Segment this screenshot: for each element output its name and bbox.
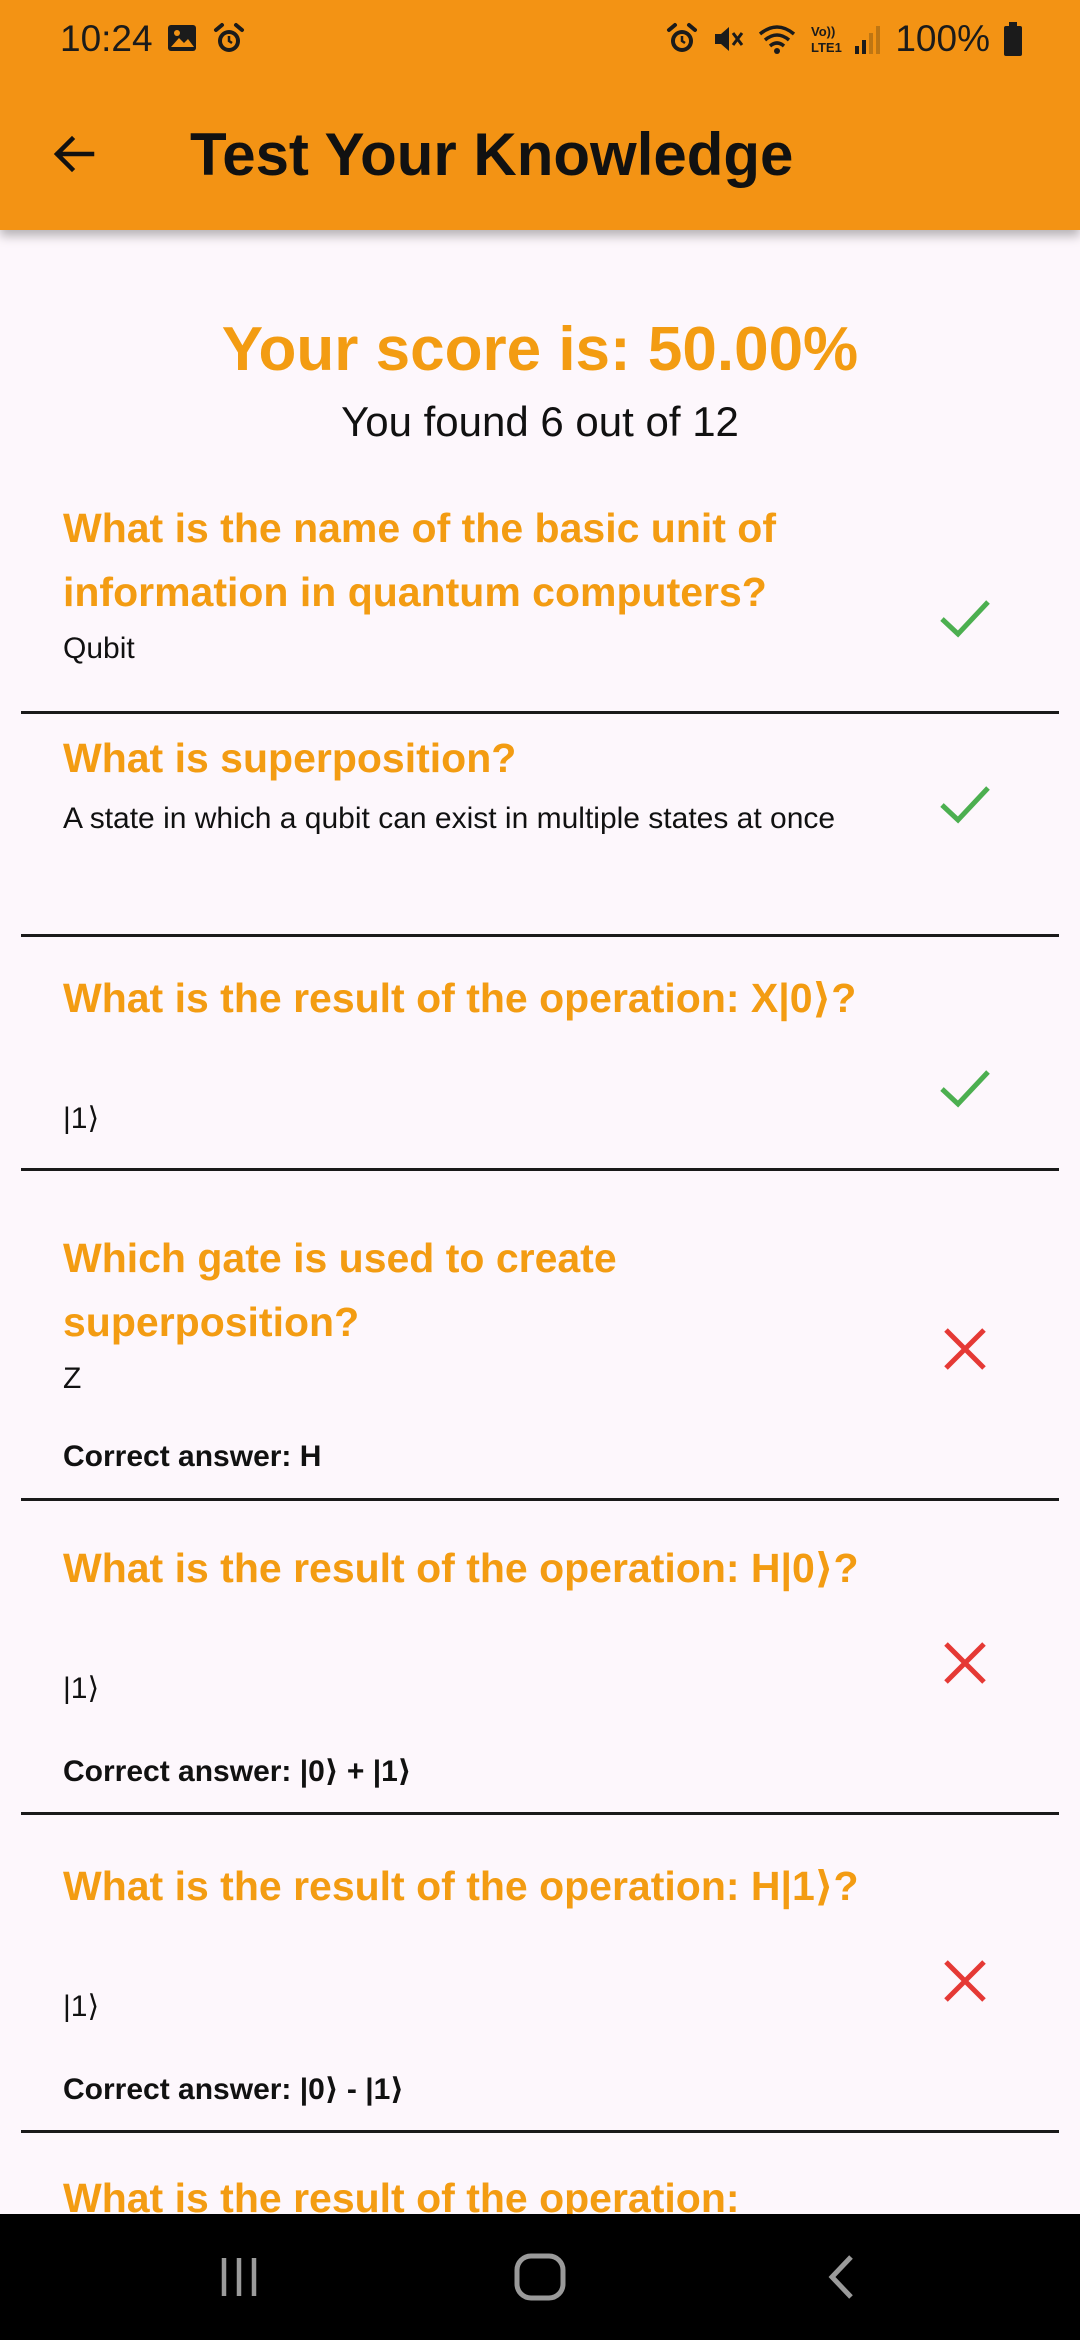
alarm-icon	[212, 22, 246, 56]
app-bar: Test Your Knowledge	[0, 80, 1080, 230]
question-text: What is the result of the operation: H|1…	[63, 1863, 859, 1909]
svg-text:Vo)): Vo))	[811, 24, 835, 39]
alarm-icon	[665, 22, 699, 56]
list-item: Which gate is used to create superpositi…	[0, 1235, 1080, 1550]
results-list[interactable]: Your score is: 50.00% You found 6 out of…	[0, 230, 1080, 2214]
answer-text: |1⟩	[63, 1672, 100, 1705]
svg-text:LTE1: LTE1	[811, 40, 842, 55]
battery-icon	[1002, 21, 1024, 57]
divider	[21, 711, 1059, 714]
list-item: What is the result of the operation:	[0, 2175, 1080, 2214]
correct-answer-text: Correct answer: |0⟩ + |1⟩	[63, 1755, 412, 1788]
question-text: What is the result of the operation: H|0…	[63, 1545, 859, 1591]
divider	[21, 934, 1059, 937]
answer-text: Z	[63, 1362, 82, 1395]
page-title: Test Your Knowledge	[190, 121, 794, 188]
back-button[interactable]	[36, 116, 112, 192]
header: 10:24 Vo)) LTE1 100% Test Your Knowledge	[0, 0, 1080, 230]
recents-icon	[221, 2258, 257, 2296]
lte-signal-icon: Vo)) LTE1	[809, 22, 883, 56]
found-text: You found 6 out of 12	[341, 398, 739, 445]
divider	[21, 2130, 1059, 2133]
correct-answer-text: Correct answer: H	[63, 1440, 322, 1473]
answer-text: A state in which a qubit can exist in mu…	[63, 802, 836, 835]
divider	[21, 1498, 1059, 1501]
score-text: Your score is: 50.00%	[221, 315, 859, 384]
nav-back-button[interactable]	[807, 2242, 877, 2312]
check-icon	[940, 786, 990, 824]
mute-icon	[711, 22, 745, 56]
close-icon	[944, 1960, 986, 2002]
question-text: What is the result of the operation: X|0…	[63, 975, 857, 1021]
battery-percent: 100%	[895, 18, 990, 59]
close-icon	[944, 1642, 986, 1684]
list-item: What is the result of the operation: H|1…	[0, 1863, 1080, 2178]
system-nav-bar	[0, 2214, 1080, 2340]
question-text: What is superposition?	[63, 735, 517, 781]
status-time: 10:24	[60, 18, 153, 59]
answer-text: |1⟩	[63, 1102, 100, 1135]
recents-button[interactable]	[204, 2242, 274, 2312]
home-icon	[514, 2253, 566, 2301]
question-text: Which gate is used to create superpositi…	[63, 1235, 617, 1345]
answer-text: |1⟩	[63, 1990, 100, 2023]
check-icon	[940, 1070, 990, 1108]
gallery-icon	[166, 22, 198, 56]
arrow-left-icon	[53, 135, 95, 173]
correct-answer-text: Correct answer: |0⟩ - |1⟩	[63, 2073, 404, 2106]
question-text: What is the result of the operation:	[63, 2175, 740, 2214]
back-chevron-icon	[828, 2255, 853, 2299]
question-text: What is the name of the basic unit of in…	[63, 505, 776, 615]
divider	[21, 1168, 1059, 1171]
list-item: What is the result of the operation: X|0…	[0, 975, 1080, 1256]
home-button[interactable]	[505, 2242, 575, 2312]
status-bar: 10:24 Vo)) LTE1 100%	[0, 0, 1080, 80]
divider	[21, 1812, 1059, 1815]
wifi-icon	[757, 22, 797, 56]
close-icon	[944, 1328, 986, 1370]
list-item: What is superposition? A state in which …	[0, 735, 1080, 950]
check-icon	[940, 600, 990, 638]
list-item: What is the result of the operation: H|0…	[0, 1545, 1080, 1860]
answer-text: Qubit	[63, 632, 135, 665]
